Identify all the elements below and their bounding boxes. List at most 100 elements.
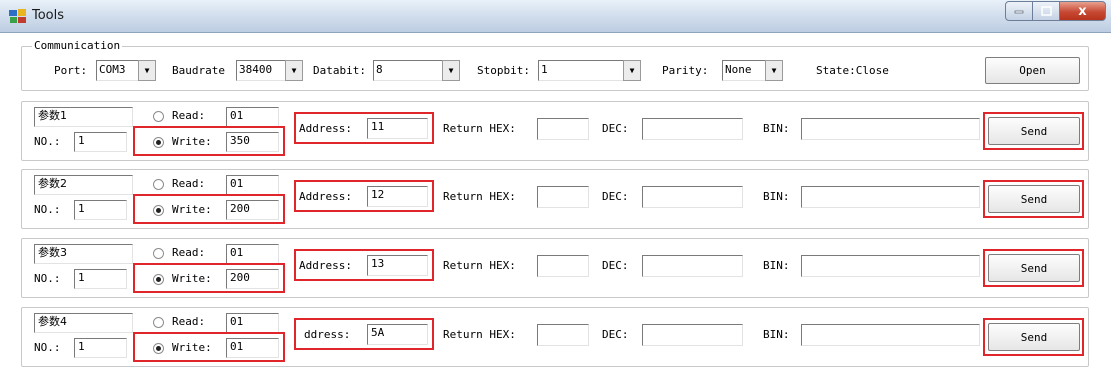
read-label: Read: <box>172 315 206 328</box>
chevron-down-icon[interactable]: ▼ <box>442 60 460 81</box>
return-hex-label: Return HEX: <box>443 259 516 272</box>
param-row-2: 参数2 NO.: 1 Read: 01 Write: 200 Address: … <box>21 169 1089 229</box>
read-radio[interactable] <box>153 179 164 190</box>
read-radio[interactable] <box>153 248 164 259</box>
no-label: NO.: <box>34 135 61 148</box>
write-value-field[interactable]: 350 <box>226 132 279 152</box>
communication-legend: Communication <box>32 39 123 52</box>
dec-label: DEC: <box>602 122 629 135</box>
read-radio[interactable] <box>153 111 164 122</box>
baudrate-value: 38400 <box>236 60 285 81</box>
param-row-3: 参数3 NO.: 1 Read: 01 Write: 200 Address: … <box>21 238 1089 298</box>
send-button[interactable]: Send <box>988 254 1080 282</box>
databit-select[interactable]: 8 ▼ <box>373 60 460 81</box>
param-name-field[interactable]: 参数1 <box>34 107 133 127</box>
param-name-field[interactable]: 参数4 <box>34 313 133 333</box>
return-hex-field[interactable] <box>537 255 589 277</box>
stopbit-select[interactable]: 1 ▼ <box>538 60 641 81</box>
communication-group: Communication Port: COM3 ▼ Baudrate 3840… <box>21 39 1089 91</box>
read-label: Read: <box>172 177 206 190</box>
port-select[interactable]: COM3 ▼ <box>96 60 156 81</box>
write-label: Write: <box>172 135 212 148</box>
write-value-field[interactable]: 200 <box>226 269 279 289</box>
write-radio[interactable] <box>153 343 164 354</box>
read-value-field[interactable]: 01 <box>226 313 279 333</box>
databit-label: Databit: <box>313 64 366 77</box>
chevron-down-icon[interactable]: ▼ <box>138 60 156 81</box>
address-label: Address: <box>299 190 352 203</box>
write-value-field[interactable]: 200 <box>226 200 279 220</box>
dec-label: DEC: <box>602 190 629 203</box>
chevron-down-icon[interactable]: ▼ <box>285 60 303 81</box>
databit-value: 8 <box>373 60 442 81</box>
return-hex-field[interactable] <box>537 186 589 208</box>
param-no-field[interactable]: 1 <box>74 269 127 289</box>
baudrate-label: Baudrate <box>172 64 225 77</box>
dec-field[interactable] <box>642 186 743 208</box>
baudrate-select[interactable]: 38400 ▼ <box>236 60 303 81</box>
write-label: Write: <box>172 272 212 285</box>
dec-field[interactable] <box>642 118 743 140</box>
parity-label: Parity: <box>662 64 709 77</box>
port-label: Port: <box>54 64 88 77</box>
write-radio[interactable] <box>153 137 164 148</box>
address-field[interactable]: 11 <box>367 118 428 139</box>
address-label: Address: <box>299 259 352 272</box>
dec-label: DEC: <box>602 259 629 272</box>
bin-label: BIN: <box>763 122 790 135</box>
param-name-field[interactable]: 参数3 <box>34 244 133 264</box>
window-title: Tools <box>32 8 65 23</box>
no-label: NO.: <box>34 341 61 354</box>
open-button[interactable]: Open <box>985 57 1080 84</box>
param-no-field[interactable]: 1 <box>74 132 127 152</box>
chevron-down-icon[interactable]: ▼ <box>765 60 783 81</box>
param-row-1: 参数1 NO.: 1 Read: 01 Write: 350 Address: … <box>21 101 1089 161</box>
bin-field[interactable] <box>801 186 980 208</box>
maximize-icon <box>1040 6 1052 16</box>
read-label: Read: <box>172 109 206 122</box>
parity-select[interactable]: None ▼ <box>722 60 783 81</box>
write-radio[interactable] <box>153 274 164 285</box>
send-button[interactable]: Send <box>988 185 1080 213</box>
write-radio[interactable] <box>153 205 164 216</box>
chevron-down-icon[interactable]: ▼ <box>623 60 641 81</box>
close-button[interactable]: x <box>1060 1 1106 21</box>
address-field[interactable]: 13 <box>367 255 428 276</box>
title-bar[interactable]: Tools x <box>0 0 1111 33</box>
address-label: ddress: <box>304 328 351 341</box>
read-value-field[interactable]: 01 <box>226 107 279 127</box>
read-value-field[interactable]: 01 <box>226 175 279 195</box>
return-hex-field[interactable] <box>537 118 589 140</box>
address-field[interactable]: 12 <box>367 186 428 207</box>
bin-field[interactable] <box>801 324 980 346</box>
address-field[interactable]: 5A <box>367 324 428 345</box>
parity-value: None <box>722 60 765 81</box>
send-button[interactable]: Send <box>988 117 1080 145</box>
minimize-button[interactable] <box>1005 1 1033 21</box>
write-label: Write: <box>172 341 212 354</box>
write-value-field[interactable]: 01 <box>226 338 279 358</box>
param-no-field[interactable]: 1 <box>74 338 127 358</box>
stopbit-label: Stopbit: <box>477 64 530 77</box>
param-row-4: 参数4 NO.: 1 Read: 01 Write: 01 ddress: 5A… <box>21 307 1089 367</box>
read-label: Read: <box>172 246 206 259</box>
bin-field[interactable] <box>801 118 980 140</box>
return-hex-field[interactable] <box>537 324 589 346</box>
read-value-field[interactable]: 01 <box>226 244 279 264</box>
param-name-field[interactable]: 参数2 <box>34 175 133 195</box>
tools-app-icon <box>9 9 26 23</box>
dec-label: DEC: <box>602 328 629 341</box>
stopbit-value: 1 <box>538 60 623 81</box>
send-button[interactable]: Send <box>988 323 1080 351</box>
bin-field[interactable] <box>801 255 980 277</box>
port-value: COM3 <box>96 60 138 81</box>
return-hex-label: Return HEX: <box>443 122 516 135</box>
read-radio[interactable] <box>153 317 164 328</box>
param-no-field[interactable]: 1 <box>74 200 127 220</box>
return-hex-label: Return HEX: <box>443 328 516 341</box>
maximize-button[interactable] <box>1033 1 1060 21</box>
write-label: Write: <box>172 203 212 216</box>
dec-field[interactable] <box>642 324 743 346</box>
no-label: NO.: <box>34 272 61 285</box>
dec-field[interactable] <box>642 255 743 277</box>
